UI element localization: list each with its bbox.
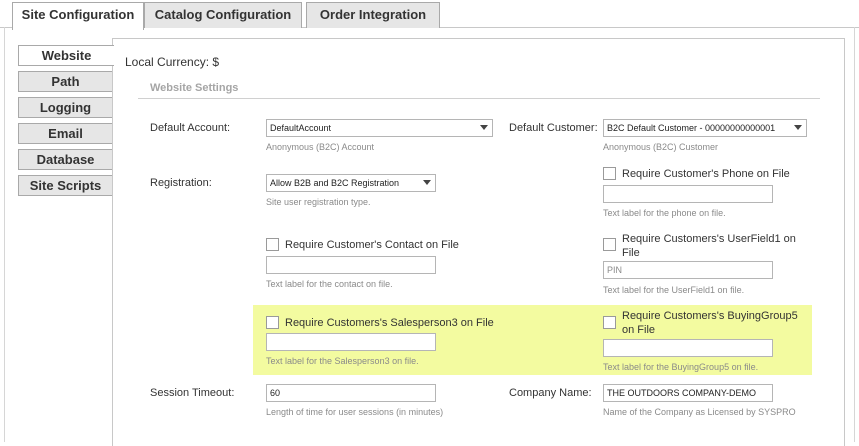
section-title: Website Settings <box>150 82 239 94</box>
section-divider <box>138 98 820 99</box>
side-tab-site-scripts[interactable]: Site Scripts <box>18 175 113 196</box>
contact-label-input[interactable] <box>266 256 436 274</box>
buyinggroup5-label-input[interactable] <box>603 339 773 357</box>
require-contact-checkbox[interactable] <box>266 238 279 251</box>
chevron-down-icon <box>480 125 488 130</box>
require-buyinggroup5-label-line2: on File <box>622 324 656 336</box>
side-tab-website[interactable]: Website <box>18 45 114 66</box>
company-name-label: Company Name: <box>509 387 592 399</box>
require-userfield1-label-line2: File <box>622 247 640 259</box>
contact-hint: Text label for the contact on file. <box>266 279 393 289</box>
require-userfield1-label-line1: Require Customers's UserField1 on <box>622 233 796 245</box>
session-timeout-label: Session Timeout: <box>150 387 235 399</box>
tab-order-integration[interactable]: Order Integration <box>306 2 440 28</box>
salesperson3-label-input[interactable] <box>266 333 436 351</box>
require-buyinggroup5-checkbox[interactable] <box>603 316 616 329</box>
require-buyinggroup5-label-line1: Require Customers's BuyingGroup5 <box>622 310 798 322</box>
phone-hint: Text label for the phone on file. <box>603 208 726 218</box>
buyinggroup5-hint: Text label for the BuyingGroup5 on file. <box>603 362 759 372</box>
registration-value: Allow B2B and B2C Registration <box>270 178 400 188</box>
tab-catalog-configuration[interactable]: Catalog Configuration <box>144 2 302 28</box>
default-account-label: Default Account: <box>150 122 231 134</box>
require-salesperson3-checkbox[interactable] <box>266 316 279 329</box>
default-customer-label: Default Customer: <box>509 122 598 134</box>
require-phone-checkbox[interactable] <box>603 167 616 180</box>
userfield1-hint: Text label for the UserField1 on file. <box>603 285 745 295</box>
require-contact-label: Require Customer's Contact on File <box>285 239 459 251</box>
default-customer-hint: Anonymous (B2C) Customer <box>603 142 719 152</box>
default-customer-select[interactable]: B2C Default Customer - 00000000000001 <box>603 119 807 137</box>
tab-site-configuration[interactable]: Site Configuration <box>12 2 144 30</box>
default-account-hint: Anonymous (B2C) Account <box>266 142 375 152</box>
registration-hint: Site user registration type. <box>266 197 371 207</box>
chevron-down-icon <box>794 125 802 130</box>
default-customer-value: B2C Default Customer - 00000000000001 <box>607 123 776 133</box>
side-tab-logging[interactable]: Logging <box>18 97 113 118</box>
side-tab-email[interactable]: Email <box>18 123 113 144</box>
default-account-value: DefaultAccount <box>270 123 332 133</box>
require-userfield1-checkbox[interactable] <box>603 238 616 251</box>
company-name-hint: Name of the Company as Licensed by SYSPR… <box>603 407 796 417</box>
require-phone-label: Require Customer's Phone on File <box>622 168 790 180</box>
local-currency-label: Local Currency: $ <box>125 55 220 69</box>
registration-label: Registration: <box>150 177 212 189</box>
session-timeout-hint: Length of time for user sessions (in min… <box>266 407 444 417</box>
side-tab-database[interactable]: Database <box>18 149 113 170</box>
default-account-select[interactable]: DefaultAccount <box>266 119 493 137</box>
registration-select[interactable]: Allow B2B and B2C Registration <box>266 174 436 192</box>
session-timeout-input[interactable]: 60 <box>266 384 436 402</box>
userfield1-label-input[interactable]: PIN <box>603 261 773 279</box>
chevron-down-icon <box>423 180 431 185</box>
side-tab-path[interactable]: Path <box>18 71 113 92</box>
salesperson3-hint: Text label for the Salesperson3 on file. <box>266 356 419 366</box>
company-name-input[interactable]: THE OUTDOORS COMPANY-DEMO <box>603 384 773 402</box>
require-salesperson3-label: Require Customers's Salesperson3 on File <box>285 317 494 329</box>
phone-label-input[interactable] <box>603 185 773 203</box>
